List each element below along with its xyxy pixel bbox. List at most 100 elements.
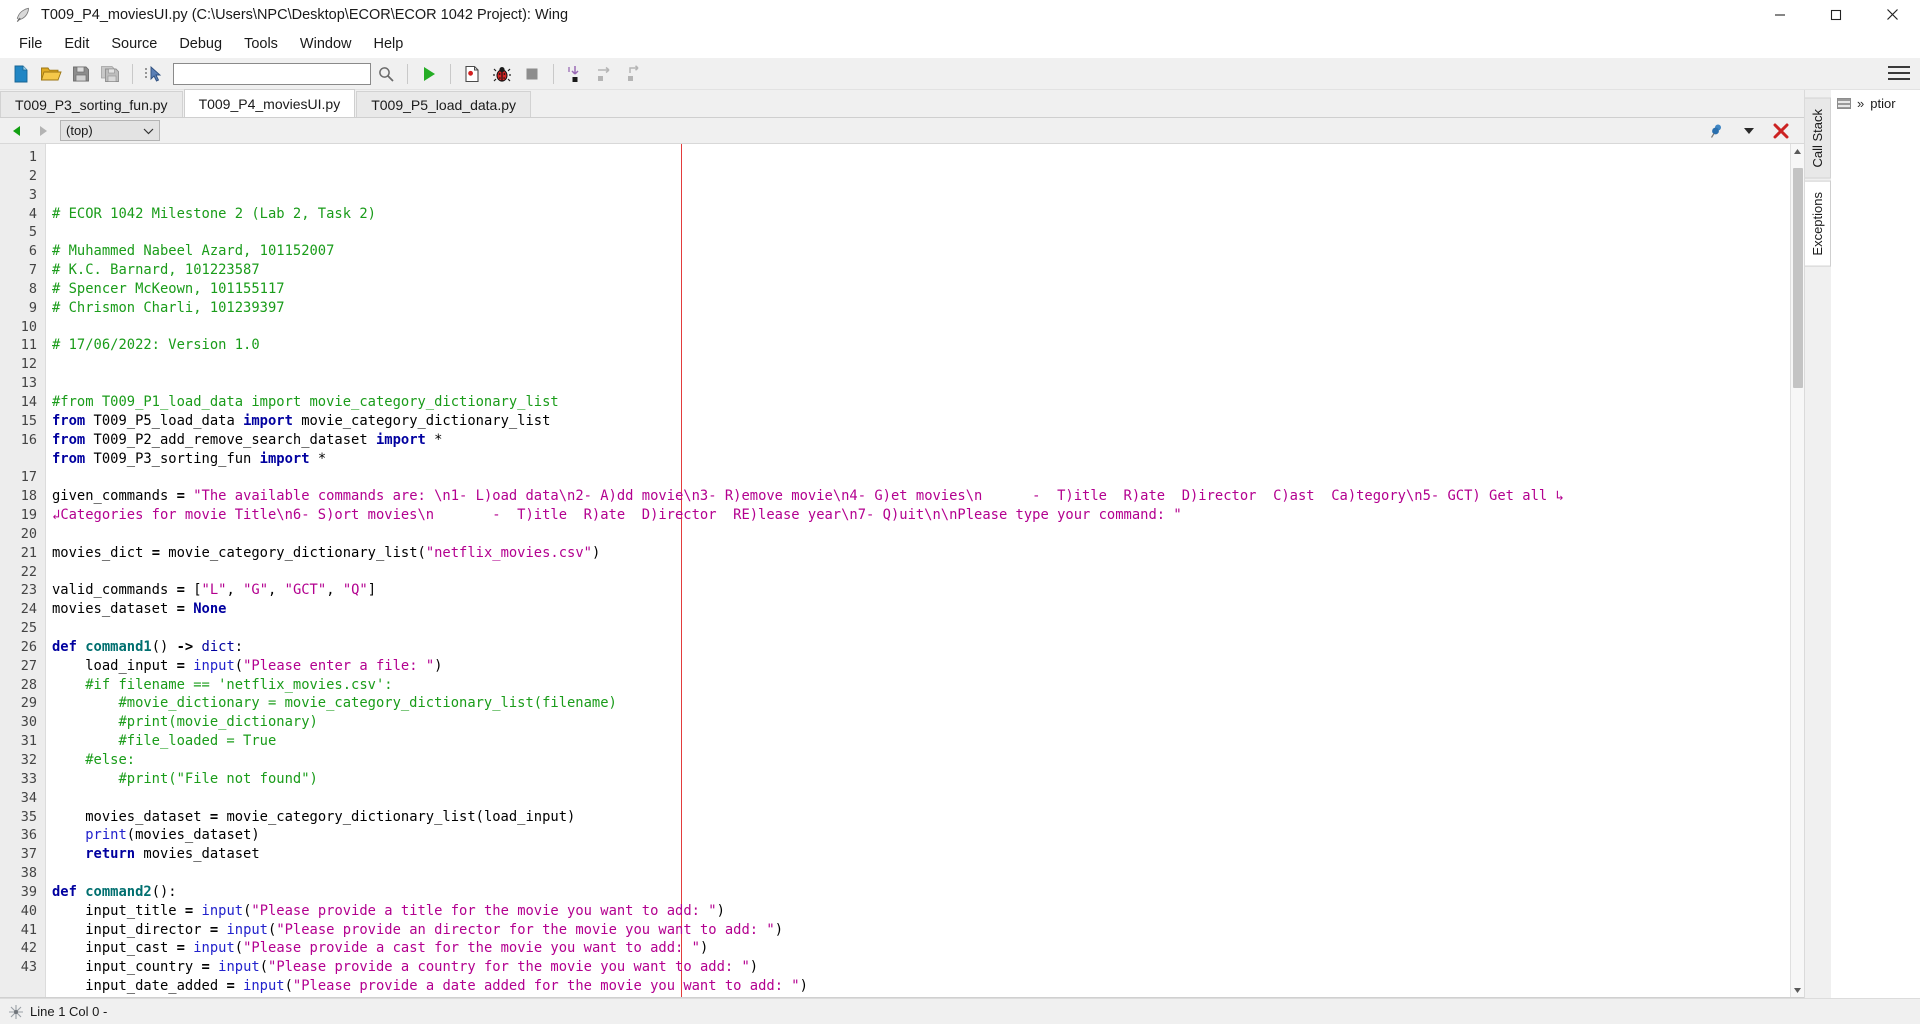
close-x-icon[interactable]: [1770, 120, 1792, 142]
code-line: # Chrismon Charli, 101239397: [52, 299, 285, 316]
code-editor[interactable]: 1 2 3 4 5 6 7 8 9 10 11 12 13 14 15 16 17 18 19 20 21 22 23 24…: [0, 144, 1804, 998]
search-icon[interactable]: [371, 60, 401, 88]
code-line: input_title = input("Please provide a ti…: [52, 902, 725, 919]
code-line: from T009_P5_load_data import movie_cate…: [52, 412, 551, 429]
main-area: T009_P3_sorting_fun.py T009_P4_moviesUI.…: [0, 89, 1920, 998]
code-line: input_cast = input("Please provide a cas…: [52, 940, 709, 957]
file-tab-t009-p4-moviesui[interactable]: T009_P4_moviesUI.py: [183, 89, 356, 117]
code-line: input_release_year = input("Please provi…: [52, 996, 1790, 998]
right-panel-header: » ptior: [1831, 90, 1920, 116]
minimize-button[interactable]: [1752, 0, 1808, 30]
wing-status-icon: [6, 1002, 26, 1022]
file-tab-label: T009_P4_moviesUI.py: [198, 95, 341, 112]
code-line: # Spencer McKeown, 101155117: [52, 280, 285, 297]
hamburger-menu-icon[interactable]: [1888, 64, 1910, 82]
tab-call-stack[interactable]: Call Stack: [1805, 98, 1831, 179]
editor-vertical-scrollbar[interactable]: [1790, 144, 1804, 997]
debug-file-icon[interactable]: [457, 60, 487, 88]
code-line: # 17/06/2022: Version 1.0: [52, 337, 260, 354]
code-line: input_date_added = input("Please provide…: [52, 978, 808, 995]
new-file-icon[interactable]: [6, 60, 36, 88]
right-panel-header-text: ptior: [1870, 95, 1896, 111]
file-tab-bar: T009_P3_sorting_fun.py T009_P4_moviesUI.…: [0, 89, 1804, 118]
select-pointer-icon[interactable]: [139, 60, 169, 88]
step-over-icon[interactable]: [590, 60, 620, 88]
code-line: movies_dataset = None: [52, 601, 227, 618]
menu-item-file[interactable]: File: [8, 33, 53, 55]
code-text-area[interactable]: # ECOR 1042 Milestone 2 (Lab 2, Task 2) …: [46, 144, 1790, 997]
right-panel-body: » ptior: [1831, 90, 1920, 998]
code-line: movies_dataset = movie_category_dictiona…: [52, 808, 576, 825]
code-line: from T009_P3_sorting_fun import *: [52, 450, 327, 467]
menu-item-edit[interactable]: Edit: [53, 33, 100, 55]
symbol-dropdown[interactable]: (top): [60, 120, 160, 141]
code-line: load_input = input("Please enter a file:…: [52, 657, 443, 674]
code-line: ↲Categories for movie Title\n6- S)ort mo…: [52, 507, 1182, 524]
menu-item-window[interactable]: Window: [289, 33, 363, 55]
run-play-icon[interactable]: [414, 60, 444, 88]
editor-nav-bar: (top): [0, 118, 1804, 144]
step-into-icon[interactable]: [560, 60, 590, 88]
code-line: # ECOR 1042 Milestone 2 (Lab 2, Task 2): [52, 205, 376, 222]
main-toolbar: [0, 58, 1920, 90]
scroll-up-arrow-icon[interactable]: [1791, 144, 1805, 158]
toolbar-separator-1: [132, 63, 133, 84]
scroll-down-arrow-icon[interactable]: [1791, 983, 1805, 997]
maximize-button[interactable]: [1808, 0, 1864, 30]
code-line: movies_dict = movie_category_dictionary_…: [52, 544, 601, 561]
grid-icon[interactable]: [1837, 97, 1851, 109]
open-folder-icon[interactable]: [36, 60, 66, 88]
line-number-gutter: 1 2 3 4 5 6 7 8 9 10 11 12 13 14 15 16 17 18 19 20 21 22 23 24…: [0, 144, 46, 997]
code-line: from T009_P2_add_remove_search_dataset i…: [52, 431, 443, 448]
menu-item-tools[interactable]: Tools: [233, 33, 289, 55]
arrow-left-icon[interactable]: [4, 120, 30, 142]
tab-exceptions[interactable]: Exceptions: [1805, 180, 1831, 267]
code-line: def command1() -> dict:: [52, 638, 244, 655]
window-title: T009_P4_moviesUI.py (C:\Users\NPC\Deskto…: [41, 6, 569, 23]
save-icon[interactable]: [66, 60, 96, 88]
step-out-icon[interactable]: [620, 60, 650, 88]
file-tab-t009-p5-load-data[interactable]: T009_P5_load_data.py: [356, 91, 531, 117]
bug-icon[interactable]: [487, 60, 517, 88]
status-bar: Line 1 Col 0 -: [0, 998, 1920, 1024]
stop-icon[interactable]: [517, 60, 547, 88]
collapse-chevron-down-icon[interactable]: [1738, 120, 1760, 142]
title-bar: T009_P4_moviesUI.py (C:\Users\NPC\Deskto…: [0, 0, 1920, 30]
right-panel-tabs: Call Stack Exceptions: [1805, 90, 1831, 998]
scrollbar-thumb[interactable]: [1792, 168, 1803, 388]
feather-quill-icon: [8, 0, 38, 30]
arrow-right-icon[interactable]: [30, 120, 56, 142]
wing-ide-window: T009_P4_moviesUI.py (C:\Users\NPC\Deskto…: [0, 0, 1920, 1024]
status-bar-text: Line 1 Col 0 -: [30, 1004, 108, 1019]
code-line: #else:: [52, 752, 136, 768]
tab-label: Exceptions: [1810, 191, 1825, 256]
save-all-icon[interactable]: [96, 60, 126, 88]
scrollbar-track[interactable]: [1791, 158, 1805, 983]
menu-item-help[interactable]: Help: [363, 33, 415, 55]
code-line: def command2():: [52, 883, 177, 900]
tab-label: Call Stack: [1810, 109, 1825, 168]
symbol-dropdown-value: (top): [66, 123, 93, 138]
menu-item-source[interactable]: Source: [100, 33, 168, 55]
double-chevron-icon[interactable]: »: [1857, 96, 1864, 111]
close-button[interactable]: [1864, 0, 1920, 30]
menu-item-debug[interactable]: Debug: [168, 33, 233, 55]
code-line: # Muhammed Nabeel Azard, 101152007: [52, 243, 335, 260]
pin-icon[interactable]: [1706, 120, 1728, 142]
code-line: return movies_dataset: [85, 846, 260, 863]
code-line: #from T009_P1_load_data import movie_cat…: [52, 393, 559, 410]
editor-column: T009_P3_sorting_fun.py T009_P4_moviesUI.…: [0, 89, 1804, 998]
menu-bar: File Edit Source Debug Tools Window Help: [0, 30, 1920, 58]
file-tab-t009-p3-sorting-fun[interactable]: T009_P3_sorting_fun.py: [0, 91, 183, 117]
search-input[interactable]: [173, 62, 371, 85]
code-line: #file_loaded = True: [52, 733, 277, 750]
